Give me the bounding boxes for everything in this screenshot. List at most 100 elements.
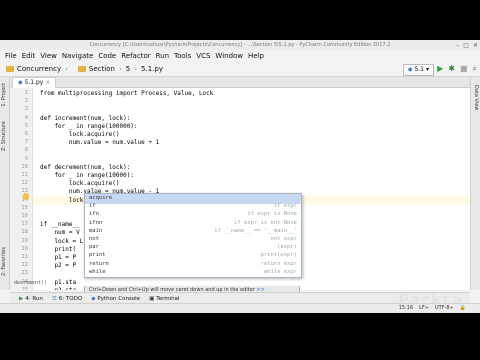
line-number-gutter: 1234567891011121314151617181920212223242… bbox=[10, 88, 33, 290]
search-icon[interactable]: ⌕ bbox=[473, 64, 477, 74]
menu-edit[interactable]: Edit bbox=[22, 50, 36, 62]
chevron-right-icon: › bbox=[65, 65, 68, 73]
todo-tool-button[interactable]: ☰ 6: TODO bbox=[52, 296, 82, 302]
debug-icon[interactable]: ✱ bbox=[448, 64, 455, 74]
menu-tools[interactable]: Tools bbox=[174, 50, 191, 62]
autocomplete-item-name: not bbox=[89, 236, 99, 242]
code-line: for _ in range(100000): bbox=[40, 122, 138, 130]
terminal-icon: ▣ bbox=[149, 295, 155, 302]
code-line: from multiprocessing import Process, Val… bbox=[40, 90, 214, 97]
line-number: 17 bbox=[21, 221, 28, 228]
project-tool-tab[interactable]: 1: Project bbox=[1, 83, 7, 107]
structure-tool-tab[interactable]: Z: Structure bbox=[1, 121, 7, 151]
code-line: p2 = P bbox=[40, 262, 77, 270]
line-number: 3 bbox=[24, 106, 28, 113]
todo-tool-label: 6: TODO bbox=[58, 295, 83, 302]
line-number: 15 bbox=[21, 204, 28, 211]
run-icon[interactable]: ▶ bbox=[437, 64, 443, 74]
run-icon: ▶ bbox=[19, 295, 24, 302]
breadcrumb-file[interactable]: 5.1.py bbox=[141, 65, 163, 73]
folder-icon bbox=[77, 66, 86, 72]
stop-icon[interactable]: ■ bbox=[460, 64, 468, 74]
run-tool-button[interactable]: ▶ 4: Run bbox=[19, 296, 43, 302]
line-number: 1 bbox=[24, 90, 28, 96]
line-number: 10 bbox=[21, 163, 28, 170]
menu-run[interactable]: Run bbox=[156, 50, 169, 62]
line-number: 8 bbox=[24, 147, 28, 154]
terminal-tool-button[interactable]: ▣ Terminal bbox=[149, 296, 179, 302]
line-number: 18 bbox=[21, 229, 28, 236]
line-number: 25 bbox=[21, 286, 28, 290]
breadcrumb-section[interactable]: Section bbox=[89, 65, 115, 73]
autocomplete-item-hint: while expr bbox=[263, 268, 297, 275]
python-console-tool-label: Python Console bbox=[97, 295, 141, 302]
autocomplete-item-hint: not expr bbox=[270, 236, 298, 242]
editor-tab[interactable]: ◆ 5.1.py × bbox=[12, 77, 57, 88]
breadcrumb-project[interactable]: Concurrency bbox=[17, 65, 61, 73]
python-file-icon: ◆ bbox=[18, 79, 23, 86]
code-line: def increment(num, lock): bbox=[40, 114, 131, 122]
menu-file[interactable]: File bbox=[5, 50, 17, 62]
code-line: lock.acquire() bbox=[40, 131, 120, 138]
autocomplete-item-name: acquire bbox=[89, 195, 113, 201]
autocomplete-item-hint: return expr bbox=[260, 260, 297, 267]
autocomplete-item-name: while bbox=[89, 268, 106, 275]
code-line: if __name__ bbox=[40, 221, 80, 229]
menu-window[interactable]: Window bbox=[215, 50, 243, 62]
folder-icon bbox=[6, 66, 14, 72]
menu-refactor[interactable]: Refactor bbox=[121, 50, 150, 62]
lightbulb-icon[interactable] bbox=[23, 193, 29, 200]
python-file-icon: ◆ bbox=[407, 66, 413, 73]
autocomplete-item-name: print bbox=[89, 252, 106, 259]
run-configuration-select[interactable]: ◆ 5.1 ▾ bbox=[402, 64, 434, 76]
line-number: 19 bbox=[21, 237, 28, 244]
line-number: 22 bbox=[21, 262, 28, 269]
line-number: 2 bbox=[24, 98, 28, 105]
autocomplete-item-name: ifnn bbox=[89, 219, 103, 226]
packt-watermark: Packt> bbox=[398, 290, 465, 309]
autocomplete-item-name: return bbox=[89, 260, 109, 267]
line-number: 11 bbox=[21, 172, 28, 178]
menu-view[interactable]: View bbox=[40, 50, 57, 62]
line-number: 16 bbox=[21, 213, 28, 219]
window-title: Concurrency [C:\Users\sahusr\PycharmProj… bbox=[89, 42, 391, 48]
editor-breadcrumb[interactable]: decrement() bbox=[14, 280, 47, 286]
autocomplete-item-hint: print(expr) bbox=[260, 252, 297, 259]
breadcrumb-folder[interactable]: 5 bbox=[126, 65, 130, 73]
python-console-icon: ◆ bbox=[91, 295, 96, 302]
autocomplete-item-hint: (expr) bbox=[277, 244, 297, 251]
code-line: p2.sta bbox=[40, 287, 76, 290]
chevron-right-icon: › bbox=[134, 65, 138, 73]
run-toolbar: ▶ ✱ ■ ⌕ bbox=[437, 64, 477, 74]
run-tool-label: 4: Run bbox=[25, 295, 43, 302]
favorites-tool-tab[interactable]: 2: Favorites bbox=[1, 247, 7, 276]
line-number: 20 bbox=[21, 245, 28, 252]
autocomplete-item-hint: if __name__ == '__main__' bbox=[214, 227, 297, 234]
code-line: for _ in range(10000): bbox=[40, 172, 134, 179]
line-number: 6 bbox=[24, 131, 28, 137]
menu-help[interactable]: Help bbox=[248, 50, 264, 62]
autocomplete-item-hint: if expr bbox=[273, 203, 297, 210]
title-bar: Concurrency [C:\Users\sahusr\PycharmProj… bbox=[0, 40, 480, 50]
code-line: def decrement(num, lock): bbox=[40, 163, 131, 171]
autocomplete-item-name: if bbox=[89, 203, 96, 210]
close-icon[interactable]: × bbox=[45, 79, 50, 86]
code-line: p1 = P bbox=[40, 254, 77, 261]
line-number: 21 bbox=[21, 254, 28, 260]
autocomplete-item[interactable]: while while expr bbox=[85, 268, 301, 277]
left-tool-strip: 1: Project Z: Structure 2: Favorites bbox=[0, 77, 10, 290]
code-line: num = V bbox=[40, 229, 80, 237]
menu-code[interactable]: Code bbox=[98, 50, 116, 62]
autocomplete-item-hint: if expr is None bbox=[247, 211, 297, 218]
menu-navigate[interactable]: Navigate bbox=[62, 50, 93, 62]
chevron-right-icon: › bbox=[118, 65, 122, 73]
chevron-down-icon: ▾ bbox=[425, 66, 429, 73]
python-console-tool-button[interactable]: ◆ Python Console bbox=[91, 296, 140, 302]
autocomplete-item-name: main bbox=[89, 227, 103, 234]
line-number: 5 bbox=[24, 122, 28, 129]
menu-vcs[interactable]: VCS bbox=[196, 50, 210, 62]
right-tool-strip: Data View bbox=[470, 77, 480, 290]
code-line: num.value = num.value + 1 bbox=[40, 139, 160, 147]
code-line: lock = L bbox=[40, 237, 84, 245]
data-view-tool-tab[interactable]: Data View bbox=[473, 85, 479, 110]
